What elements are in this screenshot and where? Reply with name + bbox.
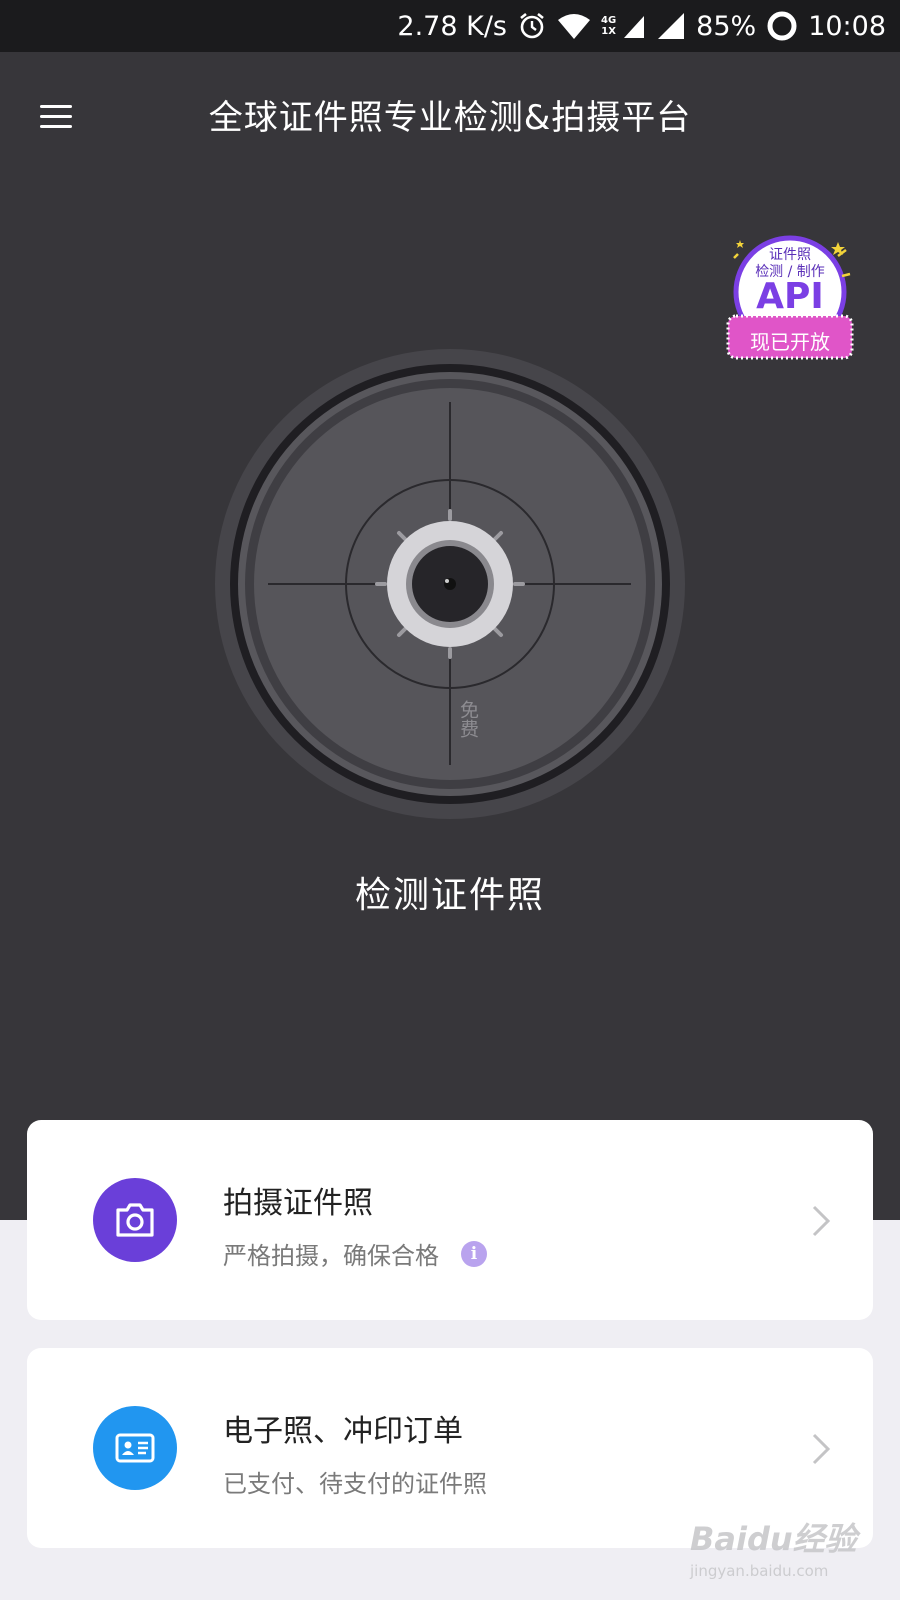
id-card-icon — [93, 1406, 177, 1490]
api-badge-ribbon: 现已开放 — [750, 330, 830, 354]
wifi-icon — [557, 12, 591, 40]
card-title: 拍摄证件照 — [223, 1186, 373, 1221]
battery-icon — [766, 10, 798, 42]
free-label: 免费 — [457, 700, 479, 738]
status-bar: 2.78 K/s 4G 1X 85% 10:08 — [0, 0, 900, 52]
detect-dial-button[interactable] — [213, 347, 687, 821]
watermark-main: Baidu经验 — [690, 1520, 857, 1558]
cell-signal-icon-2 — [656, 12, 686, 40]
detect-photo-label[interactable]: 检测证件照 — [0, 866, 900, 918]
alarm-icon — [517, 11, 547, 41]
clock-time: 10:08 — [808, 10, 886, 42]
network-type: 4G 1X — [601, 15, 616, 37]
page-title: 全球证件照专业检测&拍摄平台 — [208, 98, 692, 138]
net-type-top: 4G — [601, 15, 617, 26]
card-subtitle: 严格拍摄，确保合格 i — [223, 1236, 487, 1271]
watermark-sub: jingyan.baidu.com — [690, 1562, 829, 1580]
chevron-right-icon — [812, 1205, 831, 1237]
card-subtitle-text: 严格拍摄，确保合格 — [223, 1242, 439, 1270]
api-badge-big: API — [756, 276, 824, 317]
cell-signal-icon — [622, 13, 646, 39]
net-type-bottom: 1X — [601, 26, 616, 37]
battery-percent: 85% — [696, 10, 757, 42]
card-subtitle: 已支付、待支付的证件照 — [223, 1464, 487, 1499]
api-badge[interactable]: 证件照 检测 / 制作 API 现已开放 — [720, 230, 860, 370]
chevron-right-icon — [812, 1433, 831, 1465]
net-speed: 2.78 K/s — [397, 10, 507, 42]
take-photo-card[interactable]: 拍摄证件照 严格拍摄，确保合格 i — [27, 1120, 873, 1320]
card-title: 电子照、冲印订单 — [223, 1414, 463, 1449]
card-subtitle-text: 已支付、待支付的证件照 — [223, 1470, 487, 1498]
info-icon[interactable]: i — [461, 1240, 487, 1267]
watermark: Baidu经验 jingyan.baidu.com — [690, 1514, 870, 1584]
app-bar: 全球证件照专业检测&拍摄平台 — [0, 52, 900, 180]
camera-icon — [93, 1178, 177, 1262]
